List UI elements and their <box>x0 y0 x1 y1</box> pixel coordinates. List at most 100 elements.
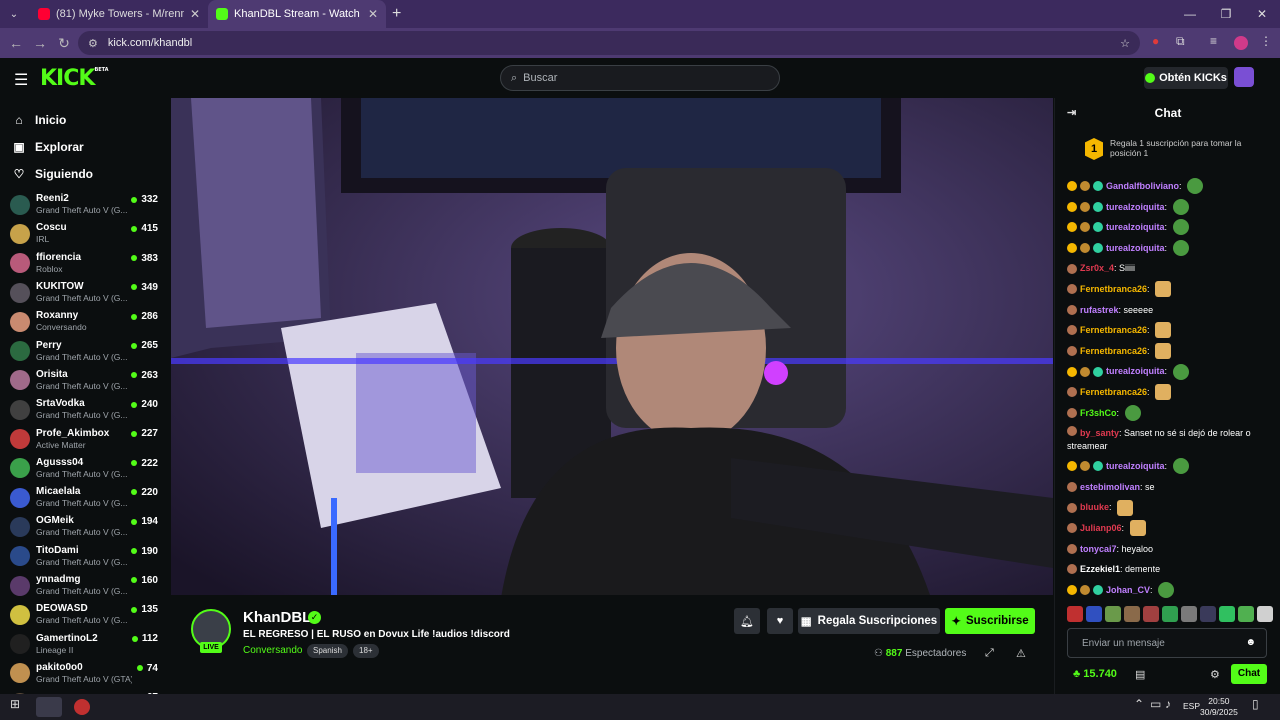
url-bar[interactable]: ⚙ kick.com/khandbl ☆ <box>78 31 1140 55</box>
sidebar-channel[interactable]: Micaelala Grand Theft Auto V (G... 220 <box>0 483 170 512</box>
chat-username[interactable]: Ezzekiel1 <box>1080 559 1120 580</box>
collapse-chat-icon[interactable]: ⇥ <box>1067 106 1076 119</box>
close-tab-icon[interactable]: ✕ <box>190 7 200 21</box>
send-chat-button[interactable]: Chat <box>1231 664 1267 684</box>
chat-username[interactable]: turealzoiquita <box>1106 217 1165 238</box>
chat-username[interactable]: Fernetbranca26 <box>1080 341 1147 362</box>
back-icon[interactable]: ← <box>4 35 28 51</box>
new-tab-icon[interactable]: + <box>392 5 401 23</box>
tab-search-icon[interactable]: ⌄ <box>4 4 24 24</box>
notifications-icon[interactable]: ▯ <box>1252 697 1259 711</box>
extensions-puzzle-icon[interactable]: ⧉ <box>1176 34 1185 49</box>
emote-icon[interactable] <box>1219 606 1235 622</box>
chat-username[interactable]: Johan_CV <box>1106 580 1150 601</box>
media-control-icon[interactable]: ≡ <box>1210 34 1217 48</box>
sidebar-item-inicio[interactable]: ⌂ Inicio <box>0 106 170 133</box>
emote-icon[interactable] <box>1124 606 1140 622</box>
store-icon[interactable]: ▤ <box>1135 668 1145 681</box>
subscribe-button[interactable]: ✦ Suscribirse <box>945 608 1035 634</box>
network-icon[interactable]: ▭ <box>1150 697 1161 711</box>
sidebar-channel[interactable]: SrtaVodka Grand Theft Auto V (G... 240 <box>0 395 170 424</box>
site-info-icon[interactable]: ⚙ <box>88 37 98 50</box>
emote-icon[interactable] <box>1105 606 1121 622</box>
share-icon[interactable]: ⤢ <box>985 647 994 660</box>
tag-spanish[interactable]: Spanish <box>307 644 348 658</box>
chat-username[interactable]: by_santy <box>1080 428 1119 438</box>
chat-username[interactable]: rufastrek <box>1080 300 1119 321</box>
restore-icon[interactable]: ❐ <box>1208 0 1244 28</box>
forward-icon[interactable]: → <box>28 35 52 51</box>
emote-icon[interactable] <box>1257 606 1273 622</box>
emote-icon[interactable] <box>1238 606 1254 622</box>
emote-icon[interactable] <box>1200 606 1216 622</box>
chat-username[interactable]: estebimolivan <box>1080 477 1140 498</box>
chat-username[interactable]: Julianp06 <box>1080 518 1122 539</box>
kick-logo[interactable]: KICKBETA <box>40 66 109 91</box>
browser-tab-youtube[interactable]: (81) Myke Towers - M/renme Al ✕ <box>30 0 208 28</box>
sidebar-channel[interactable]: OGMeik Grand Theft Auto V (G... 194 <box>0 512 170 541</box>
extension-icon[interactable]: ● <box>1152 34 1159 48</box>
notification-bell-button[interactable]: 🔔︎ <box>734 608 760 634</box>
chat-username[interactable]: turealzoiquita <box>1106 456 1165 477</box>
emote-icon[interactable] <box>1067 606 1083 622</box>
browser-menu-icon[interactable]: ⋮ <box>1260 34 1272 48</box>
pinned-gift-leaderboard[interactable]: 1 Regala 1 suscripción para tomar la pos… <box>1085 138 1265 160</box>
search-input[interactable]: ⌕ Buscar <box>500 65 780 91</box>
channel-points[interactable]: ♣ 15.740 <box>1073 668 1117 680</box>
chat-username[interactable]: Fr3shCo <box>1080 403 1117 424</box>
sidebar-item-siguiendo[interactable]: ♡ Siguiendo <box>0 160 170 187</box>
emoji-icon[interactable]: ☻ <box>1245 637 1256 648</box>
streamer-name[interactable]: KhanDBL <box>243 609 311 626</box>
chat-username[interactable]: turealzoiquita <box>1106 197 1165 218</box>
emote-icon[interactable] <box>1086 606 1102 622</box>
sidebar-channel[interactable]: Orisita Grand Theft Auto V (G... 263 <box>0 366 170 395</box>
windows-start-icon[interactable]: ⊞ <box>10 697 20 711</box>
chat-username[interactable]: turealzoiquita <box>1106 238 1165 259</box>
chat-username[interactable]: tonycai7 <box>1080 539 1117 560</box>
browser-tab-kick[interactable]: KhanDBL Stream - Watch Live o ✕ <box>208 0 386 28</box>
sidebar-channel[interactable]: GamertinoL2 Lineage II 112 <box>0 629 170 658</box>
sidebar-item-explorar[interactable]: ▣ Explorar <box>0 133 170 160</box>
chat-username[interactable]: turealzoiquita <box>1106 361 1165 382</box>
sidebar-channel[interactable]: Agusss04 Grand Theft Auto V (G... 222 <box>0 454 170 483</box>
chat-message-input[interactable]: Enviar un mensaje ☻ <box>1067 628 1267 658</box>
close-window-icon[interactable]: ✕ <box>1244 0 1280 28</box>
sidebar-channel[interactable]: DEOWASD Grand Theft Auto V (G... 135 <box>0 600 170 629</box>
sidebar-channel[interactable]: ynnadmg Grand Theft Auto V (G... 160 <box>0 571 170 600</box>
sidebar-channel[interactable]: Coscu IRL 415 <box>0 219 170 248</box>
sidebar-channel[interactable]: Reeni2 Grand Theft Auto V (G... 332 <box>0 190 170 219</box>
input-language[interactable]: ESP <box>1183 701 1200 711</box>
chat-settings-gear-icon[interactable]: ⚙ <box>1210 668 1220 681</box>
emote-icon[interactable] <box>1143 606 1159 622</box>
chat-username[interactable]: bluuke <box>1080 497 1109 518</box>
report-warning-icon[interactable]: ⚠ <box>1016 647 1026 660</box>
chat-username[interactable]: Fernetbranca26 <box>1080 382 1147 403</box>
stream-category-link[interactable]: Conversando <box>243 645 302 656</box>
sidebar-channel[interactable]: Profe_Akimbox Active Matter 227 <box>0 424 170 453</box>
minimize-icon[interactable]: — <box>1172 0 1208 28</box>
reload-icon[interactable]: ↻ <box>52 35 76 52</box>
chat-username[interactable]: Zsr0x_4 <box>1080 258 1114 279</box>
bookmark-star-icon[interactable]: ☆ <box>1120 37 1130 50</box>
taskbar-clock[interactable]: 20:50 30/9/2025 <box>1200 696 1238 718</box>
gift-subs-button[interactable]: ▦ Regala Suscripciones <box>798 608 940 634</box>
sidebar-channel[interactable]: Roxanny Conversando 286 <box>0 307 170 336</box>
get-kicks-button[interactable]: Obtén KICKs <box>1144 67 1228 89</box>
chat-username[interactable]: Fernetbranca26 <box>1080 279 1147 300</box>
emote-icon[interactable] <box>1162 606 1178 622</box>
tray-expand-icon[interactable]: ⌃ <box>1134 697 1144 711</box>
tag-18plus[interactable]: 18+ <box>353 644 379 658</box>
follow-heart-button[interactable]: ♥ <box>767 608 793 634</box>
chrome-taskbar-icon[interactable] <box>36 697 62 717</box>
close-tab-icon[interactable]: ✕ <box>368 7 378 21</box>
sidebar-channel[interactable]: KUKITOW Grand Theft Auto V (G... 349 <box>0 278 170 307</box>
video-player[interactable] <box>171 98 1053 595</box>
chat-username[interactable]: Fernetbranca26 <box>1080 320 1147 341</box>
sidebar-channel[interactable]: Perry Grand Theft Auto V (G... 265 <box>0 336 170 365</box>
volume-icon[interactable]: ♪ <box>1165 697 1171 711</box>
profile-icon[interactable] <box>1234 36 1248 50</box>
chat-username[interactable]: Gandalfboliviano <box>1106 176 1179 197</box>
emote-icon[interactable] <box>1181 606 1197 622</box>
sidebar-channel[interactable]: TitoDami Grand Theft Auto V (G... 190 <box>0 542 170 571</box>
hamburger-menu-icon[interactable]: ☰ <box>14 70 28 90</box>
